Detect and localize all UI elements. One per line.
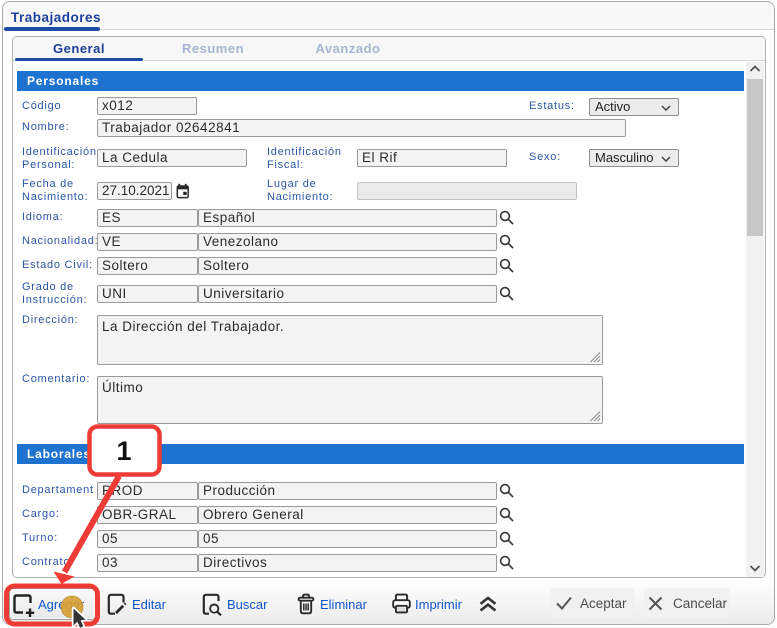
svg-text:1: 1: [116, 436, 131, 466]
